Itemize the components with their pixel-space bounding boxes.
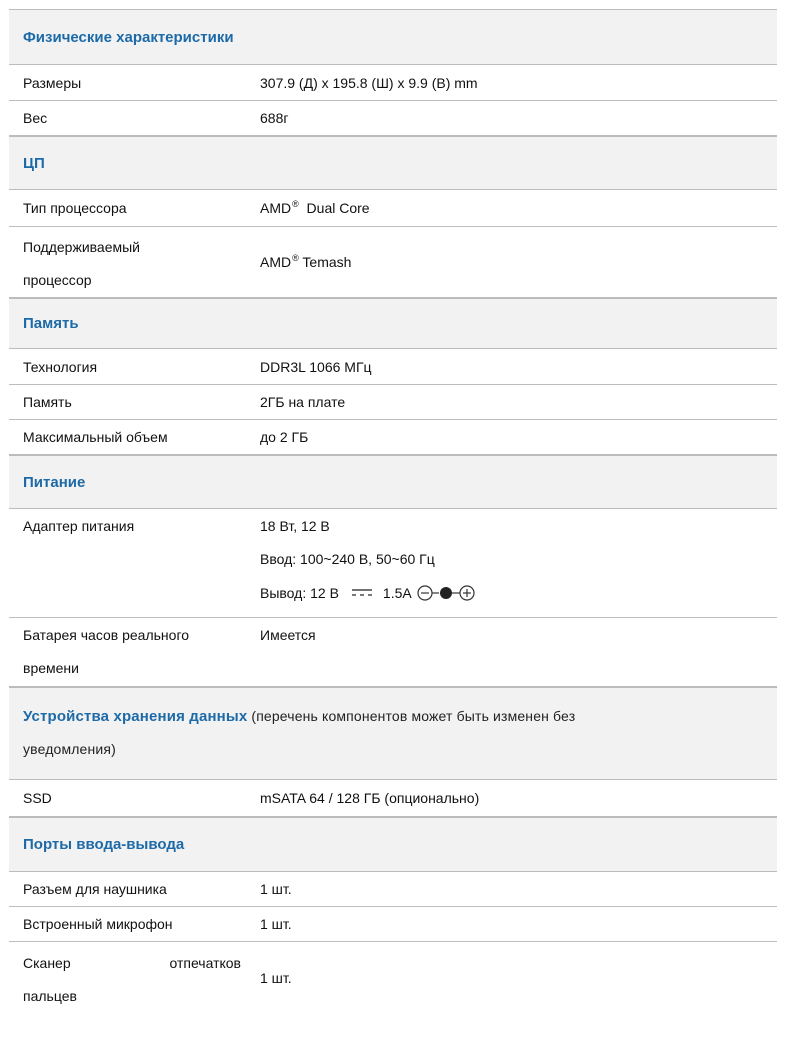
section-note: уведомления)	[23, 741, 116, 757]
row-value: AMD® Temash	[260, 253, 777, 271]
row-value: AMD® Dual Core	[260, 199, 777, 217]
label-line: Батарея часов реального	[23, 627, 190, 643]
brand-text: AMD	[260, 200, 292, 216]
section-header-memory: Память	[9, 298, 777, 349]
row-label: Память	[23, 394, 72, 410]
table-row: Поддерживаемый процессор AMD® Temash	[9, 227, 777, 298]
polarity-icon	[417, 584, 475, 601]
table-row: Адаптер питания 18 Вт, 12 В Ввод: 100~24…	[9, 509, 777, 618]
table-row: Максимальный объем до 2 ГБ	[9, 420, 777, 455]
section-header-physical: Физические характеристики	[9, 9, 777, 65]
output-current: 1.5A	[382, 584, 412, 601]
output-voltage: Вывод: 12 В	[260, 584, 339, 601]
dc-symbol-icon	[351, 588, 372, 596]
row-value: 688г	[260, 110, 289, 126]
registered-mark: ®	[292, 253, 299, 263]
row-label: Разъем для наушника	[23, 881, 167, 897]
row-value: 2ГБ на плате	[260, 394, 346, 410]
label-word: Сканер	[23, 954, 71, 971]
model-text: Dual Core	[306, 200, 370, 216]
row-label: Технология	[23, 358, 98, 375]
row-label: Поддерживаемый процессор	[9, 228, 260, 297]
row-label: Батарея часов реального времени	[9, 611, 260, 684]
table-row: SSD mSATA 64 / 128 ГБ (опционально)	[9, 780, 777, 817]
label-line: Сканер отпечатков	[23, 947, 260, 980]
table-row: Сканер отпечатков пальцев 1 шт.	[9, 942, 777, 1014]
value-line: 18 Вт, 12 В	[260, 518, 330, 534]
section-title-line: Устройства хранения данных (перечень ком…	[23, 700, 763, 733]
section-header-storage: Устройства хранения данных (перечень ком…	[9, 687, 777, 780]
label-line: Поддерживаемый	[23, 238, 140, 255]
row-value: 1 шт.	[260, 881, 292, 897]
row-label: Сканер отпечатков пальцев	[9, 944, 260, 1013]
row-label: Адаптер питания	[23, 518, 135, 534]
row-label: Встроенный микрофон	[23, 916, 173, 932]
section-title: Устройства хранения данных	[23, 708, 248, 725]
row-value: до 2 ГБ	[260, 429, 309, 445]
label-line: пальцев	[23, 987, 77, 1004]
spec-table: Физические характеристики Размеры 307.9 …	[9, 9, 777, 1014]
section-header-io: Порты ввода-вывода	[9, 817, 777, 872]
table-row: Технология DDR3L 1066 МГц	[9, 349, 777, 385]
table-row: Тип процессора AMD® Dual Core	[9, 190, 777, 227]
row-label: Размеры	[23, 74, 82, 91]
registered-mark: ®	[292, 199, 299, 209]
row-value: 18 Вт, 12 В Ввод: 100~240 В, 50~60 Гц Вы…	[260, 509, 777, 609]
table-row: Размеры 307.9 (Д) x 195.8 (Ш) x 9.9 (В) …	[9, 65, 777, 101]
section-header-power: Питание	[9, 455, 777, 509]
label-line: процессор	[23, 271, 92, 288]
row-value: Имеется	[260, 627, 316, 643]
table-row: Вес 688г	[9, 101, 777, 136]
value-line: Вывод: 12 В 1.5A	[260, 576, 777, 609]
row-label: Максимальный объем	[23, 429, 168, 445]
label-word: отпечатков	[169, 954, 241, 971]
table-row: Встроенный микрофон 1 шт.	[9, 907, 777, 942]
row-label: SSD	[23, 790, 52, 806]
row-value: 1 шт.	[260, 916, 292, 932]
section-title: ЦП	[23, 154, 45, 172]
row-value: DDR3L 1066 МГц	[260, 358, 372, 375]
table-row: Разъем для наушника 1 шт.	[9, 872, 777, 907]
model-text: Temash	[302, 254, 352, 270]
section-header-cpu: ЦП	[9, 136, 777, 190]
row-label: Тип процессора	[23, 200, 127, 216]
row-value: 1 шт.	[260, 970, 292, 986]
section-title: Память	[23, 315, 79, 332]
table-row: Память 2ГБ на плате	[9, 385, 777, 420]
row-value: 307.9 (Д) x 195.8 (Ш) x 9.9 (В) mm	[260, 74, 478, 91]
section-note: (перечень компонентов может быть изменен…	[247, 708, 576, 724]
brand-text: AMD	[260, 254, 292, 270]
section-title: Физические характеристики	[23, 28, 234, 46]
section-title: Порты ввода-вывода	[23, 836, 185, 853]
section-title: Питание	[23, 473, 86, 491]
row-label: Вес	[23, 110, 48, 126]
table-row: Батарея часов реального времени Имеется	[9, 618, 777, 687]
row-value: mSATA 64 / 128 ГБ (опционально)	[260, 790, 480, 806]
label-line: времени	[23, 660, 79, 676]
